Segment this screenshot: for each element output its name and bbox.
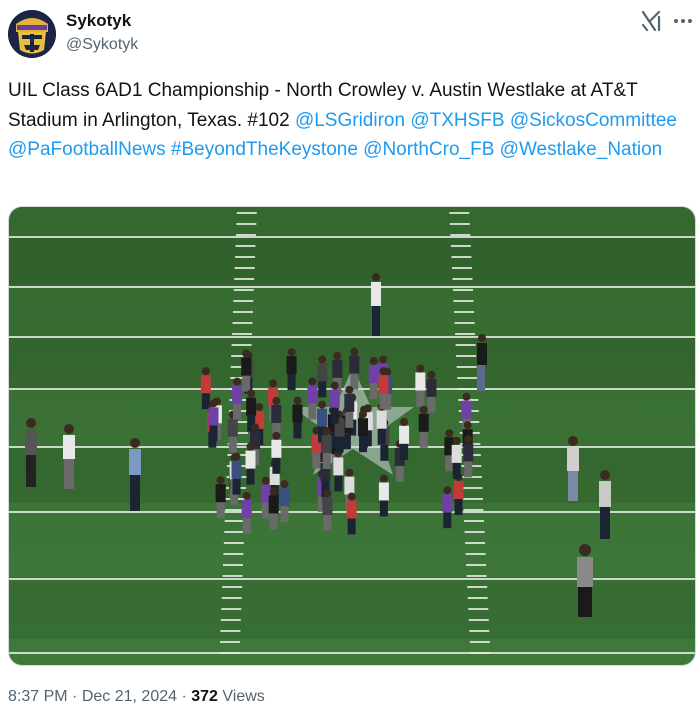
mention-link[interactable]: @TXHSFB xyxy=(410,110,504,131)
mention-link[interactable]: @NorthCro_FB xyxy=(363,139,494,160)
mention-link[interactable]: @LSGridiron xyxy=(295,110,405,131)
meta-separator: · xyxy=(181,688,187,705)
author-names: Sykotyk @Sykotyk xyxy=(66,10,138,56)
tweet-time[interactable]: 8:37 PM xyxy=(8,688,68,705)
masked-face-avatar-icon xyxy=(8,10,56,58)
views-count: 372 xyxy=(191,688,218,705)
more-options-icon[interactable] xyxy=(670,8,696,34)
mention-link[interactable]: @Westlake_Nation xyxy=(500,139,663,160)
mention-link[interactable]: @PaFootballNews xyxy=(8,139,166,160)
tweet-photo[interactable] xyxy=(8,206,696,666)
football-field-coin-toss-photo-icon xyxy=(9,207,695,665)
author-display-name[interactable]: Sykotyk xyxy=(66,10,138,32)
tweet-meta: 8:37 PM · Dec 21, 2024 · 372 Views xyxy=(8,686,265,708)
tweet-text: UIL Class 6AD1 Championship - North Crow… xyxy=(8,76,688,165)
tweet-date[interactable]: Dec 21, 2024 xyxy=(82,688,177,705)
hashtag-link[interactable]: #BeyondTheKeystone xyxy=(171,139,358,160)
mention-link[interactable]: @SickosCommittee xyxy=(510,110,677,131)
grok-icon[interactable] xyxy=(638,8,664,34)
tweet-card: Sykotyk @Sykotyk UIL Class 6AD1 Champion… xyxy=(0,0,700,715)
person-figure xyxy=(371,273,381,336)
author-avatar[interactable] xyxy=(8,10,56,58)
meta-separator: · xyxy=(72,688,78,705)
views-label: Views xyxy=(222,688,265,705)
author-handle[interactable]: @Sykotyk xyxy=(66,34,138,56)
